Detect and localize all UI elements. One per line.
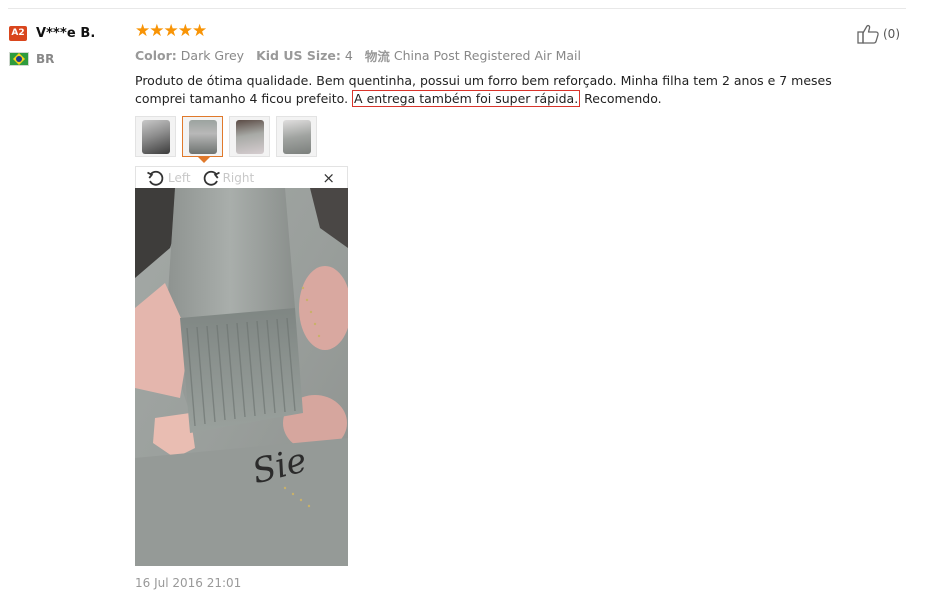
highlighted-phrase: A entrega também foi super rápida.: [352, 90, 581, 107]
thumbs-up-icon: [857, 24, 879, 44]
review-photo-large: Sie: [135, 188, 348, 566]
rotate-left-label: Left: [168, 170, 191, 185]
attr-shipping-value: China Post Registered Air Mail: [393, 47, 581, 63]
review-date: 16 Jul 2016 21:01: [135, 576, 242, 590]
rotate-left-button[interactable]: Left: [146, 168, 191, 188]
star-icon: ★: [149, 20, 165, 41]
helpful-count: (0): [883, 27, 900, 41]
photo-thumbnail-2[interactable]: [182, 116, 223, 157]
review-text: Produto de ótima qualidade. Bem quentinh…: [135, 72, 855, 108]
attr-color-value: Dark Grey: [180, 47, 245, 63]
close-icon[interactable]: ×: [322, 169, 335, 187]
attr-shipping-key: 物流: [364, 48, 390, 64]
review-body: ★ ★ ★ ★ ★ Color: Dark Grey Kid US Size: …: [135, 22, 875, 108]
reviewer-info: A2 V***e B. BR: [9, 24, 129, 67]
star-rating: ★ ★ ★ ★ ★: [135, 22, 875, 40]
selected-thumbnail-caret: [197, 156, 211, 163]
photo-thumbnail-4[interactable]: [276, 116, 317, 157]
rotate-right-icon: [203, 170, 220, 186]
star-icon: ★: [177, 20, 193, 41]
attr-color-key: Color:: [135, 47, 177, 63]
reviewer-name: V***e B.: [36, 25, 96, 41]
photo-thumbnail-1[interactable]: [135, 116, 176, 157]
photo-thumbnails: [135, 116, 323, 157]
sweatshirt-photo: Sie: [135, 188, 348, 566]
attr-size-key: Kid US Size:: [256, 47, 341, 63]
level-badge: A2: [9, 25, 27, 41]
attr-size-value: 4: [344, 47, 353, 63]
helpful-button[interactable]: (0): [857, 24, 900, 44]
rotate-right-label: Right: [222, 170, 255, 185]
star-icon: ★: [163, 20, 179, 41]
country-code: BR: [36, 52, 55, 66]
rotate-right-button[interactable]: Right: [201, 168, 255, 188]
photo-viewer-toolbar: Left Right ×: [135, 166, 348, 188]
order-attributes: Color: Dark Grey Kid US Size: 4 物流 China…: [135, 46, 875, 64]
star-icon: ★: [192, 20, 208, 41]
rotate-left-icon: [147, 170, 164, 186]
brazil-flag-icon: [9, 52, 29, 66]
review-text-end: Recomendo.: [580, 91, 662, 106]
top-divider: [8, 8, 906, 9]
star-icon: ★: [135, 20, 151, 41]
photo-thumbnail-3[interactable]: [229, 116, 270, 157]
